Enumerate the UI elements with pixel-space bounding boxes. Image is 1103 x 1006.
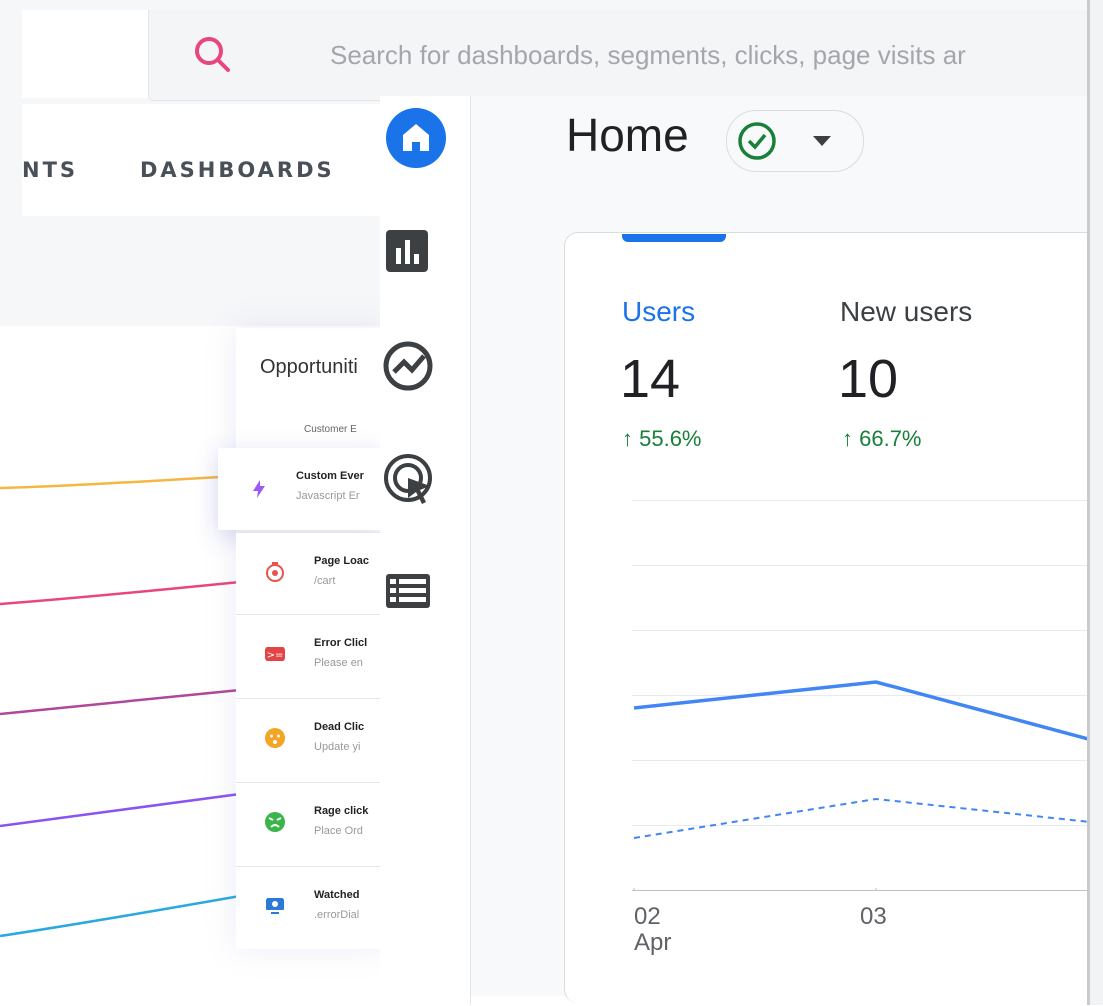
metric-new-users-change: ↑ 66.7% — [842, 426, 922, 451]
series-line-0 — [633, 680, 1088, 741]
metric-new-users-label[interactable]: New users — [840, 296, 972, 328]
x-tick-day: 03 — [860, 903, 887, 930]
opportunity-row[interactable]: >= Error Clicl Please en — [236, 614, 380, 697]
nav-item-segments[interactable]: NTS — [22, 158, 78, 182]
x-tick-label: 02 Apr — [634, 904, 671, 956]
row-title: Error Clicl — [314, 637, 368, 649]
row-subtitle: Please en — [314, 657, 363, 669]
opportunity-row[interactable]: Watched .errorDial — [236, 866, 380, 949]
row-subtitle: .errorDial — [314, 909, 360, 921]
rage-face-icon — [265, 812, 285, 832]
click-target-icon[interactable] — [382, 452, 442, 512]
metric-users-value: 14 — [620, 349, 681, 409]
app-tab — [22, 10, 148, 98]
row-title: Rage click — [314, 805, 369, 817]
row-subtitle: /cart — [314, 575, 336, 587]
nav-item-dashboards[interactable]: DASHBOARDS — [140, 158, 335, 182]
opportunity-row[interactable]: Rage click Place Ord — [236, 782, 380, 865]
x-tick-day: 02 — [634, 903, 661, 930]
row-subtitle: Update yi — [314, 741, 361, 753]
page-title: Home — [566, 109, 689, 161]
search-icon[interactable] — [190, 32, 234, 76]
monitor-icon — [266, 898, 284, 914]
row-title: Custom Ever — [296, 470, 364, 482]
search-input[interactable]: Search for dashboards, segments, clicks,… — [330, 40, 966, 71]
svg-text:>=: >= — [267, 650, 284, 661]
opportunity-row[interactable]: Page Loac /cart — [236, 532, 380, 615]
metric-users-change: ↑ 55.6% — [622, 426, 702, 451]
window-edge — [1087, 0, 1103, 1005]
list-icon[interactable] — [384, 566, 444, 626]
trend-icon[interactable] — [382, 338, 442, 398]
stopwatch-icon — [266, 562, 284, 582]
line-chart — [633, 680, 1088, 890]
row-subtitle: Javascript Er — [296, 490, 360, 502]
opportunity-row[interactable]: Custom Ever Javascript Er — [218, 448, 380, 530]
x-tick-label: 03 — [860, 904, 887, 930]
opportunities-title: Opportuniti — [260, 356, 358, 378]
row-subtitle: Place Ord — [314, 825, 363, 837]
bar-chart-icon[interactable] — [384, 224, 444, 284]
left-panel — [22, 216, 380, 324]
opportunities-subtitle: Customer E — [304, 424, 357, 435]
x-axis-line — [632, 890, 1088, 891]
dead-face-icon — [265, 728, 285, 748]
series-line-1 — [633, 797, 1088, 839]
x-tick-month: Apr — [634, 929, 672, 956]
home-icon[interactable] — [386, 108, 446, 168]
row-title: Watched — [314, 889, 360, 901]
chevron-down-icon — [813, 136, 831, 146]
error-icon: >= — [265, 647, 285, 661]
opportunity-row[interactable]: Dead Clic Update yi — [236, 698, 380, 781]
metric-new-users-value: 10 — [838, 349, 899, 409]
row-title: Page Loac — [314, 555, 370, 567]
active-tab-indicator — [622, 234, 726, 242]
check-circle-icon — [738, 122, 776, 160]
metric-users-label[interactable]: Users — [622, 296, 695, 328]
row-title: Dead Clic — [314, 721, 365, 733]
status-dropdown[interactable] — [726, 110, 864, 172]
lightning-icon — [253, 480, 265, 498]
